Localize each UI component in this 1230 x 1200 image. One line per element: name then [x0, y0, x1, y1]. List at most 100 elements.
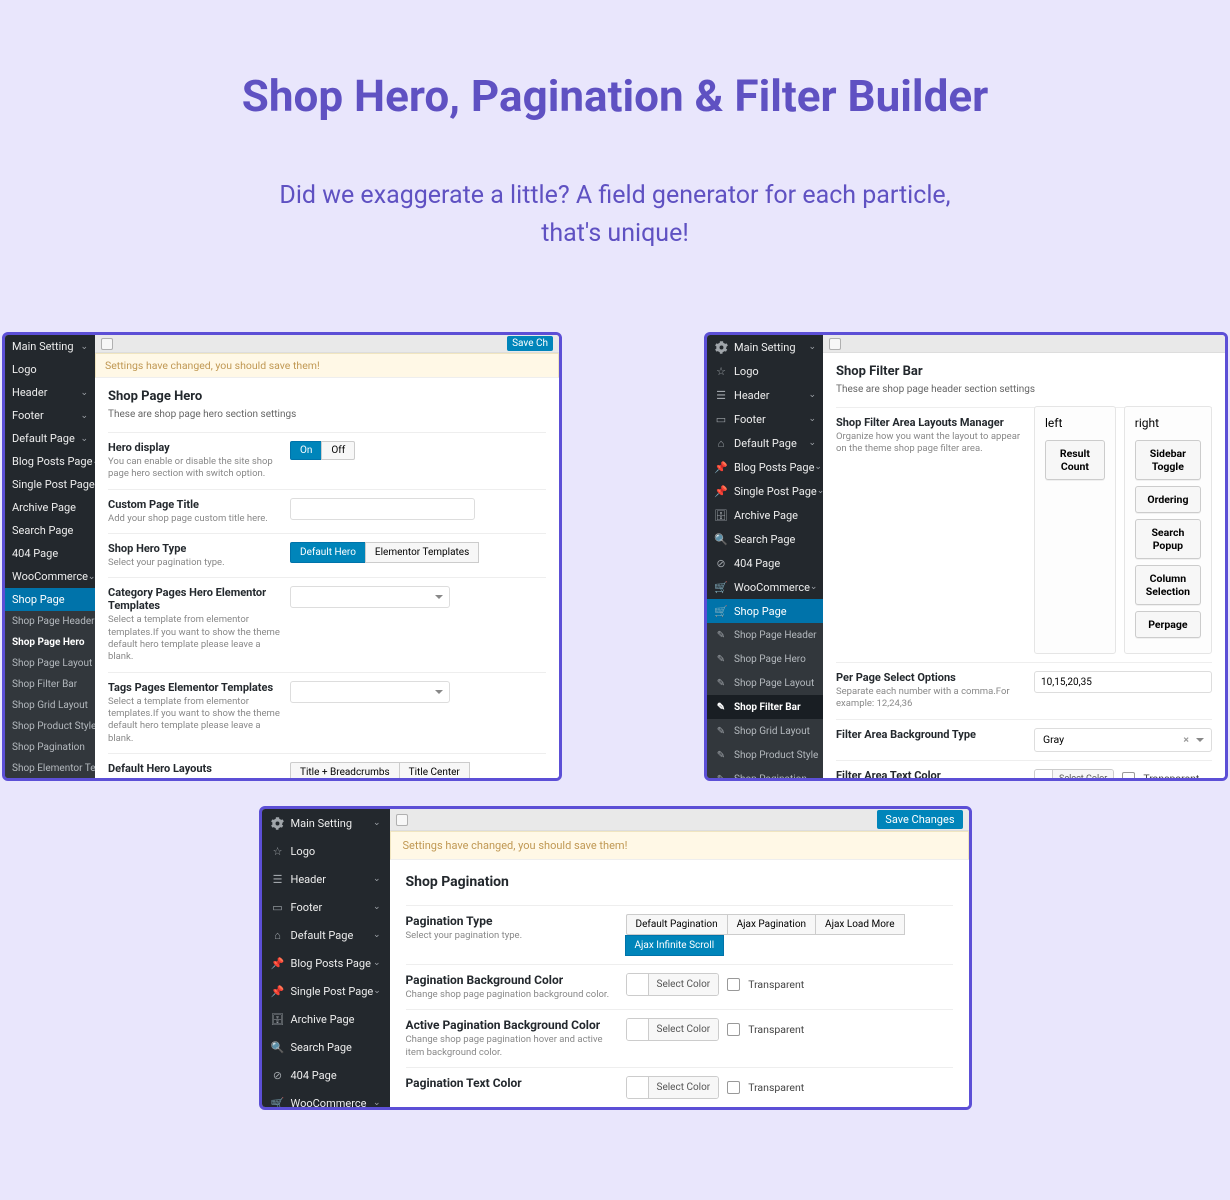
sidebar-sub-shop-header[interactable]: Shop Page Header [5, 611, 95, 632]
sidebar-sub-shop-hero[interactable]: Shop Page Hero [5, 632, 95, 653]
perpage-input[interactable] [1034, 671, 1212, 693]
btn-default-hero[interactable]: Default Hero [290, 542, 366, 563]
sidebar-sub-filter-bar[interactable]: ✎Shop Filter Bar [707, 695, 823, 719]
home-icon: ⌂ [714, 436, 728, 450]
sidebar-sub-product-style[interactable]: Shop Product Style [5, 716, 95, 737]
transparent-label: Transparent [748, 1081, 804, 1094]
btn-title-breadcrumbs[interactable]: Title + Breadcrumbs [290, 762, 400, 778]
sidebar-item-single-post[interactable]: 📌Single Post Page⌄ [262, 977, 390, 1005]
bg-type-select[interactable]: Gray× [1034, 728, 1212, 752]
save-button[interactable]: Save Ch [507, 336, 553, 351]
save-button[interactable]: Save Changes [877, 810, 962, 829]
layout-icon: ▭ [714, 412, 728, 426]
sidebar-item-single-post[interactable]: Single Post Page⌄ [5, 473, 95, 496]
select-color-btn[interactable]: Select Color [649, 1019, 719, 1040]
column-heading: left [1045, 416, 1105, 430]
btn-ajax-load-more[interactable]: Ajax Load More [815, 914, 904, 935]
transparent-checkbox[interactable] [727, 978, 740, 991]
sidebar-item-logo[interactable]: Logo [5, 358, 95, 381]
sidebar-item-default-page[interactable]: Default Page⌄ [5, 427, 95, 450]
sidebar-item-main-setting[interactable]: Main Setting⌄ [262, 809, 390, 837]
sidebar-item-404[interactable]: ⊘404 Page [262, 1061, 390, 1089]
layout-item-sidebar-toggle[interactable]: Sidebar Toggle [1135, 440, 1201, 480]
sidebar-item-archive[interactable]: Archive Page [5, 496, 95, 519]
sidebar-sub-shop-header[interactable]: ✎Shop Page Header [707, 623, 823, 647]
sidebar-item-default-page[interactable]: ⌂Default Page⌄ [707, 431, 823, 455]
sidebar-item-search[interactable]: 🔍Search Page [262, 1033, 390, 1061]
select-color-btn[interactable]: Select Color [649, 1077, 719, 1098]
sidebar-item-main-setting[interactable]: Main Setting⌄ [5, 335, 95, 358]
sidebar-item-404[interactable]: ⊘404 Page [707, 551, 823, 575]
sidebar-item-footer[interactable]: ▭Footer⌄ [262, 893, 390, 921]
sidebar-item-single-post[interactable]: 📌Single Post Page⌄ [707, 479, 823, 503]
transparent-checkbox[interactable] [1122, 772, 1135, 778]
sidebar-item-header[interactable]: ☰Header⌄ [262, 865, 390, 893]
tags-hero-select[interactable] [290, 681, 450, 703]
field-desc: Select your pagination type. [406, 930, 616, 942]
sidebar-sub-shop-layout[interactable]: Shop Page Layout [5, 653, 95, 674]
layout-item-result-count[interactable]: Result Count [1045, 440, 1105, 480]
sidebar-item-logo[interactable]: ☆Logo [707, 359, 823, 383]
transparent-checkbox[interactable] [727, 1081, 740, 1094]
btn-default-pagination[interactable]: Default Pagination [626, 914, 728, 935]
sidebar-item-blog-posts[interactable]: Blog Posts Page⌄ [5, 450, 95, 473]
sidebar-item-woocommerce[interactable]: 🛒WooCommerce⌄ [262, 1089, 390, 1107]
select-color-btn[interactable]: Select Color [649, 974, 719, 995]
btn-elementor-tpl[interactable]: Elementor Templates [365, 542, 479, 563]
sidebar-item-woocommerce[interactable]: WooCommerce⌄ [5, 565, 95, 588]
sidebar-sub-filter-bar[interactable]: Shop Filter Bar [5, 674, 95, 695]
clear-icon[interactable]: × [1183, 733, 1189, 746]
select-color-btn[interactable]: Select Color [1053, 770, 1113, 778]
sidebar-item-archive[interactable]: 🗄Archive Page [262, 1005, 390, 1033]
sidebar-sub-product-style[interactable]: ✎Shop Product Style [707, 743, 823, 767]
sidebar-item-search[interactable]: 🔍Search Page [707, 527, 823, 551]
sidebar-item-blog-posts[interactable]: 📌Blog Posts Page⌄ [707, 455, 823, 479]
sidebar-item-main-setting[interactable]: Main Setting⌄ [707, 335, 823, 359]
expand-icon[interactable] [101, 338, 113, 350]
layout-item-column-selection[interactable]: Column Selection [1135, 565, 1201, 605]
sidebar-item-blog-posts[interactable]: 📌Blog Posts Page⌄ [262, 949, 390, 977]
sidebar-item-search[interactable]: Search Page [5, 519, 95, 542]
category-hero-select[interactable] [290, 586, 450, 608]
sidebar-item-logo[interactable]: ☆Logo [262, 837, 390, 865]
expand-icon[interactable] [829, 338, 841, 350]
sidebar-sub-shop-hero[interactable]: ✎Shop Page Hero [707, 647, 823, 671]
custom-title-input[interactable] [290, 498, 475, 520]
star-icon: ☆ [714, 364, 728, 378]
sidebar-item-shop-page[interactable]: 🛒Shop Page [707, 599, 823, 623]
sidebar-item-shop-page[interactable]: Shop Page [5, 588, 95, 611]
switch-off[interactable]: Off [321, 441, 355, 460]
sidebar-sub-pagination[interactable]: Shop Pagination [5, 737, 95, 758]
sidebar-sub-elementor-tpl[interactable]: Shop Elementor Template [5, 758, 95, 778]
sidebar-sub-grid-layout[interactable]: ✎Shop Grid Layout [707, 719, 823, 743]
sidebar-item-archive[interactable]: 🗄Archive Page [707, 503, 823, 527]
sidebar-item-404[interactable]: 404 Page [5, 542, 95, 565]
sidebar-sub-pagination[interactable]: ✎Shop Pagination [707, 767, 823, 778]
btn-title-center[interactable]: Title Center [399, 762, 470, 778]
field-label: Pagination Text Color [406, 1076, 616, 1090]
layout-item-perpage[interactable]: Perpage [1135, 611, 1201, 638]
section-title: Shop Page Hero [108, 389, 546, 404]
field-label: Filter Area Text Color [836, 769, 1024, 778]
chevron-down-icon: ⌄ [80, 434, 88, 444]
sidebar-item-footer[interactable]: Footer⌄ [5, 404, 95, 427]
sidebar-sub-shop-layout[interactable]: ✎Shop Page Layout [707, 671, 823, 695]
pencil-icon: ✎ [714, 748, 728, 762]
sidebar-item-footer[interactable]: ▭Footer⌄ [707, 407, 823, 431]
section-desc: These are shop page header section setti… [836, 384, 1212, 395]
sidebar-sub-grid-layout[interactable]: Shop Grid Layout [5, 695, 95, 716]
expand-icon[interactable] [396, 814, 408, 826]
switch-on[interactable]: On [290, 441, 322, 460]
sidebar-item-woocommerce[interactable]: 🛒WooCommerce⌄ [707, 575, 823, 599]
layout-item-search-popup[interactable]: Search Popup [1135, 519, 1201, 559]
btn-ajax-infinite[interactable]: Ajax Infinite Scroll [625, 935, 725, 956]
sidebar-item-header[interactable]: Header⌄ [5, 381, 95, 404]
transparent-checkbox[interactable] [727, 1023, 740, 1036]
pin-icon: 📌 [271, 956, 285, 970]
transparent-label: Transparent [748, 978, 804, 991]
layout-item-ordering[interactable]: Ordering [1135, 486, 1201, 513]
btn-ajax-pagination[interactable]: Ajax Pagination [727, 914, 816, 935]
field-desc: Add your shop page custom title here. [108, 513, 280, 525]
sidebar-item-header[interactable]: ☰Header⌄ [707, 383, 823, 407]
sidebar-item-default-page[interactable]: ⌂Default Page⌄ [262, 921, 390, 949]
